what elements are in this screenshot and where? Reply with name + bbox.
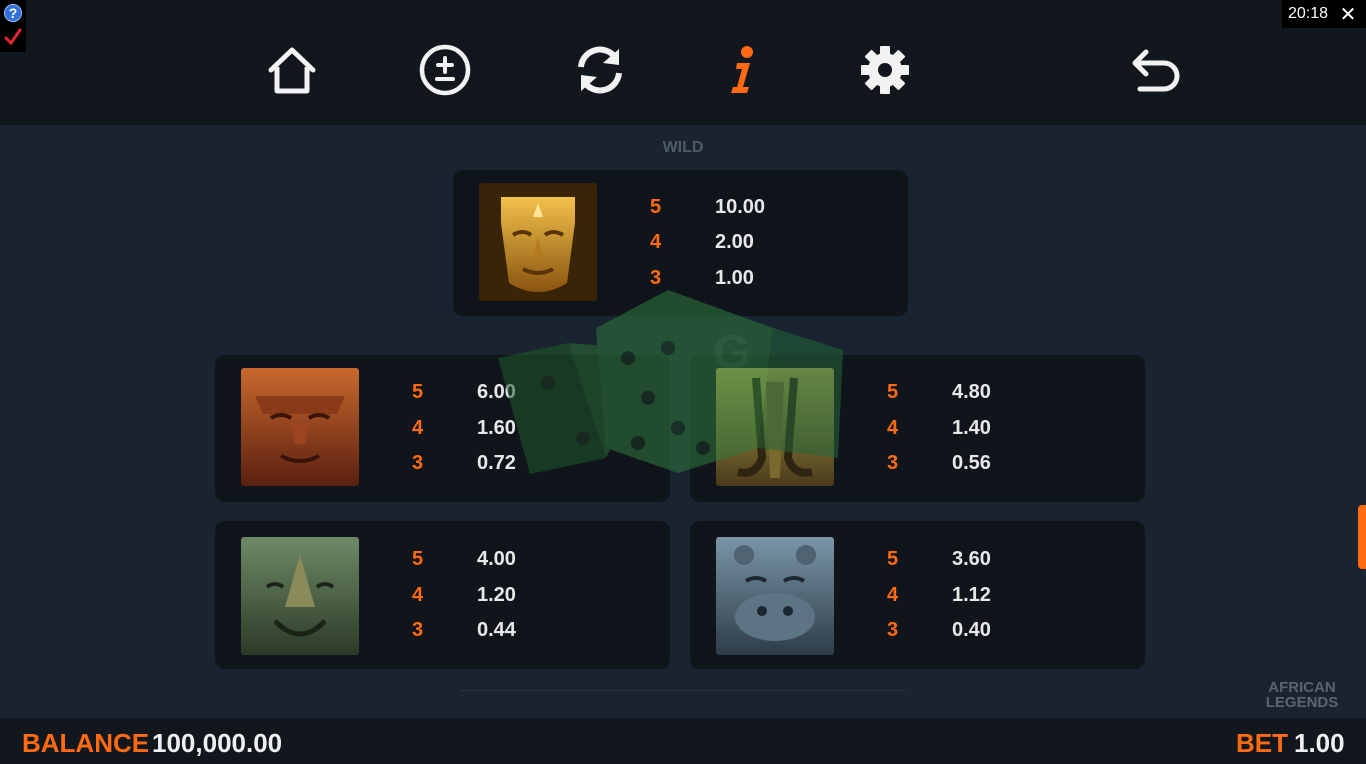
autoplay-button[interactable] bbox=[572, 42, 628, 98]
pay-count: 3 bbox=[412, 452, 424, 474]
back-button[interactable] bbox=[1127, 42, 1183, 98]
pay-value: 4.00 bbox=[477, 548, 516, 570]
paytable-card-rhino: 5 4.00 4 1.20 3 0.44 bbox=[215, 521, 670, 669]
pay-value: 1.40 bbox=[952, 417, 991, 439]
pay-value: 0.56 bbox=[952, 452, 991, 474]
pay-count: 3 bbox=[650, 267, 662, 289]
hippo-mask-icon bbox=[716, 537, 834, 655]
bet-value: 1.00 bbox=[1294, 728, 1345, 758]
pay-value: 4.80 bbox=[952, 381, 991, 403]
pay-count: 4 bbox=[887, 584, 899, 606]
logo-line1: AFRICAN bbox=[1268, 679, 1336, 696]
top-toolbar: ? 20:18 ✕ bbox=[0, 0, 1366, 125]
pay-count: 4 bbox=[412, 584, 424, 606]
back-arrow-icon bbox=[1132, 49, 1180, 92]
pay-value: 2.00 bbox=[715, 231, 754, 253]
pay-count: 5 bbox=[887, 381, 899, 403]
close-icon[interactable]: ✕ bbox=[1336, 2, 1360, 27]
rhino-mask-icon bbox=[241, 537, 359, 655]
pay-value: 3.60 bbox=[952, 548, 991, 570]
checkmark-icon bbox=[4, 28, 22, 46]
clock-time: 20:18 bbox=[1288, 5, 1329, 22]
pay-count: 5 bbox=[887, 548, 899, 570]
status-clock: 20:18 ✕ bbox=[1282, 0, 1366, 28]
pay-value: 0.72 bbox=[477, 452, 516, 474]
pay-value: 0.44 bbox=[477, 619, 516, 641]
info-icon bbox=[731, 46, 753, 93]
pay-count: 4 bbox=[887, 417, 899, 439]
section-heading: WILD bbox=[662, 139, 704, 153]
bet-label: BET bbox=[1236, 728, 1288, 758]
pay-value: 1.20 bbox=[477, 584, 516, 606]
game-info-screen: ? 20:18 ✕ WILD 5 10.00 4 2.00 3 1.00 5 6… bbox=[0, 0, 1366, 764]
bottom-status-bar: BALANCE 100,000.00 BET 1.00 bbox=[0, 718, 1366, 764]
scrollbar-thumb[interactable] bbox=[1358, 505, 1366, 569]
pay-value: 1.00 bbox=[715, 267, 754, 289]
pay-count: 4 bbox=[650, 231, 662, 253]
bet-settings-button[interactable] bbox=[417, 42, 473, 98]
system-tray: ? bbox=[0, 0, 26, 52]
help-icon[interactable]: ? bbox=[4, 4, 22, 22]
elephant-mask-icon bbox=[716, 368, 834, 486]
bet-adjust-icon bbox=[419, 44, 471, 96]
pay-count: 3 bbox=[887, 619, 899, 641]
pay-value: 10.00 bbox=[715, 196, 766, 218]
logo-line2: LEGENDS bbox=[1265, 694, 1339, 711]
pay-value: 1.60 bbox=[477, 417, 516, 439]
golden-mask-icon bbox=[479, 183, 597, 301]
info-button[interactable] bbox=[714, 42, 770, 98]
autoplay-icon bbox=[578, 46, 622, 94]
pay-count: 5 bbox=[650, 196, 662, 218]
pay-value: 1.12 bbox=[952, 584, 991, 606]
balance-value: 100,000.00 bbox=[152, 728, 283, 758]
pay-count: 3 bbox=[887, 452, 899, 474]
paytable-card-lion: 5 6.00 4 1.60 3 0.72 bbox=[215, 355, 670, 502]
pay-count: 3 bbox=[412, 619, 424, 641]
lion-mask-icon bbox=[241, 368, 359, 486]
pay-count: 5 bbox=[412, 548, 424, 570]
divider bbox=[460, 690, 906, 691]
balance-label: BALANCE bbox=[22, 728, 150, 758]
paytable-card-elephant: 5 4.80 4 1.40 3 0.56 bbox=[690, 355, 1145, 502]
home-button[interactable] bbox=[264, 42, 320, 98]
game-logo: AFRICAN LEGENDS bbox=[1262, 680, 1342, 710]
pay-count: 5 bbox=[412, 381, 424, 403]
settings-button[interactable] bbox=[857, 42, 913, 98]
gear-icon bbox=[861, 46, 909, 94]
paytable-card-hippo: 5 3.60 4 1.12 3 0.40 bbox=[690, 521, 1145, 669]
pay-count: 4 bbox=[412, 417, 424, 439]
pay-value: 6.00 bbox=[477, 381, 516, 403]
pay-value: 0.40 bbox=[952, 619, 991, 641]
home-icon bbox=[268, 47, 316, 94]
paytable-card-wild: 5 10.00 4 2.00 3 1.00 bbox=[453, 170, 908, 316]
